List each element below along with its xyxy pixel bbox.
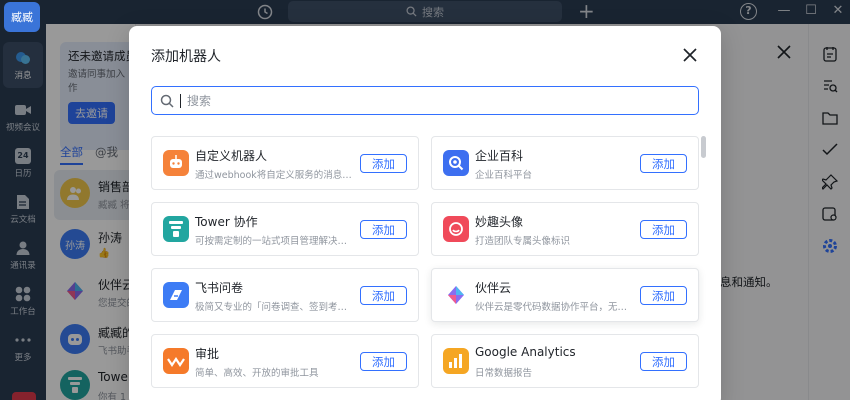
bot-name: 飞书问卷 (195, 281, 244, 295)
bot-desc: 极简又专业的「问卷调查、签到考勤... (195, 302, 355, 313)
text-caret (180, 93, 181, 108)
bot-card-custom[interactable]: 自定义机器人 通过webhook将自定义服务的消息推... 添加 (151, 136, 419, 190)
dialog-title: 添加机器人 (151, 49, 221, 65)
close-icon[interactable] (681, 46, 699, 64)
bot-card-huoban[interactable]: 伙伴云 伙伴云是零代码数据协作平台，无需... 添加 (431, 268, 699, 322)
bot-desc: 打造团队专属头像标识 (475, 236, 571, 247)
add-bot-dialog: 添加机器人 自定义机器人 通过webhook将自定义服务的消息推... 添加 企… (129, 26, 721, 400)
search-icon (160, 94, 174, 108)
bot-card-encyclopedia[interactable]: 企业百科 企业百科平台 添加 (431, 136, 699, 190)
huoban-icon (443, 282, 469, 308)
bot-desc: 伙伴云是零代码数据协作平台，无需... (475, 302, 635, 313)
add-bot-button[interactable]: 添加 (360, 154, 407, 173)
bot-name: 妙趣头像 (475, 215, 524, 229)
encyclopedia-icon (443, 150, 469, 176)
add-bot-button[interactable]: 添加 (360, 286, 407, 305)
bot-name: 自定义机器人 (195, 149, 268, 163)
user-avatar[interactable]: 臧臧 (4, 2, 40, 32)
bot-card-analytics[interactable]: Google Analytics 日常数据报告 添加 (431, 334, 699, 388)
scrollbar[interactable] (701, 136, 706, 158)
add-bot-button[interactable]: 添加 (640, 352, 687, 371)
bot-card-approval[interactable]: 审批 简单、高效、开放的审批工具 添加 (151, 334, 419, 388)
bot-name: 伙伴云 (475, 281, 512, 295)
bot-desc: 可按需定制的一站式项目管理解决方案 (195, 236, 355, 247)
bot-name: 审批 (195, 347, 220, 361)
bot-name: Google Analytics (475, 345, 576, 359)
approval-icon (163, 348, 189, 374)
bot-desc: 通过webhook将自定义服务的消息推... (195, 170, 355, 181)
bot-card-survey[interactable]: 飞书问卷 极简又专业的「问卷调查、签到考勤... 添加 (151, 268, 419, 322)
custom-bot-icon (163, 150, 189, 176)
bot-desc: 企业百科平台 (475, 170, 533, 181)
add-bot-button[interactable]: 添加 (360, 220, 407, 239)
add-bot-button[interactable]: 添加 (360, 352, 407, 371)
survey-icon (163, 282, 189, 308)
add-bot-button[interactable]: 添加 (640, 286, 687, 305)
avatar-smile-icon (443, 216, 469, 242)
bot-name: Tower 协作 (195, 215, 258, 229)
bot-search-field[interactable] (151, 86, 699, 115)
tower-icon (163, 216, 189, 242)
bot-search-input[interactable] (187, 93, 687, 108)
bot-desc: 简单、高效、开放的审批工具 (195, 368, 319, 379)
add-bot-button[interactable]: 添加 (640, 220, 687, 239)
add-bot-button[interactable]: 添加 (640, 154, 687, 173)
bot-name: 企业百科 (475, 149, 524, 163)
bot-card-avatar[interactable]: 妙趣头像 打造团队专属头像标识 添加 (431, 202, 699, 256)
bot-desc: 日常数据报告 (475, 368, 533, 379)
analytics-icon (443, 348, 469, 374)
bot-card-tower[interactable]: Tower 协作 可按需定制的一站式项目管理解决方案 添加 (151, 202, 419, 256)
